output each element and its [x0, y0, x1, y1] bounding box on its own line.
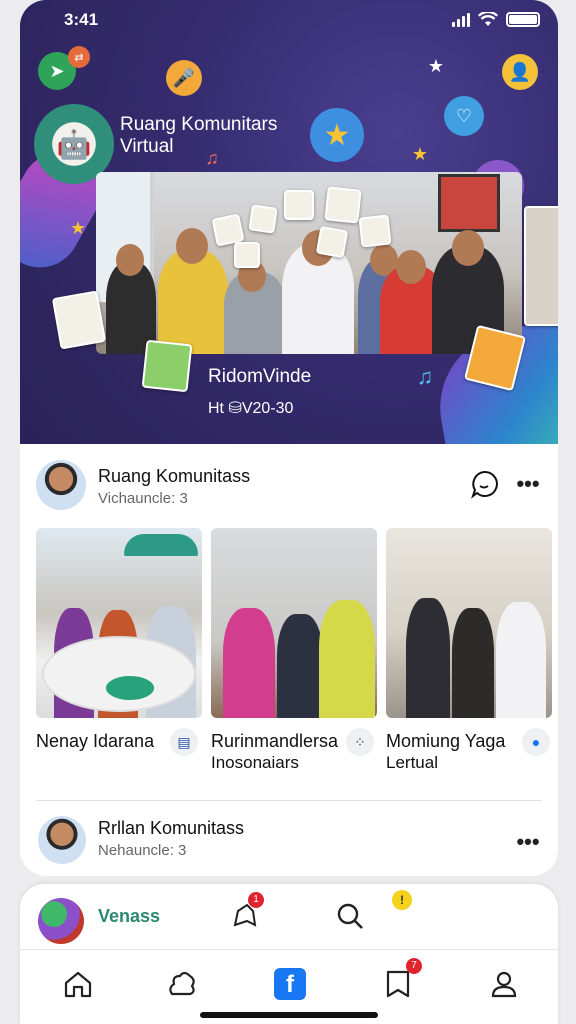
status-bar: 3:41: [20, 0, 558, 40]
phone-screen: 3:41 ➤ ⇄ 🎤 👤 ★ 🤖 ★ ♡ ★ ♫ 🦊 ★ ♫: [20, 0, 558, 1024]
bottom-nav: f 7: [20, 954, 558, 1014]
table: [42, 636, 196, 712]
home-indicator[interactable]: [200, 1012, 378, 1018]
post-card: Ruang Komunitass Vichauncle: 3 ••• Nenay…: [20, 444, 558, 876]
post-author[interactable]: Rrllan Komunitass: [98, 818, 244, 839]
microphone-icon[interactable]: 🎤: [166, 60, 202, 96]
photo-tile[interactable]: [211, 528, 377, 718]
battery-icon: [506, 12, 540, 27]
hero-meta: Ht ⛁V20-30: [208, 400, 294, 417]
dock-top-bar: Venass 1 !: [20, 884, 558, 950]
avatar[interactable]: [36, 460, 86, 510]
photo-sticker: [324, 186, 362, 224]
post-author[interactable]: Ruang Komunitass: [98, 466, 250, 487]
search-icon[interactable]: [332, 898, 368, 934]
tile-caption[interactable]: Rurinmandlersa Inosonaiars: [211, 730, 338, 774]
more-options-icon[interactable]: •••: [514, 826, 542, 858]
group-photo[interactable]: [96, 172, 522, 354]
tile-caption-line1: Rurinmandlersa: [211, 731, 339, 751]
person: [496, 602, 546, 718]
game-piece: [106, 676, 154, 700]
photo-sticker: [284, 190, 314, 220]
photo-sticker-left[interactable]: [51, 290, 107, 350]
photo-sticker: [358, 214, 392, 248]
hero-title: Ruang Komunitars Virtual: [120, 114, 277, 158]
dots-icon[interactable]: ⁘: [346, 728, 374, 756]
arrows-icon: ⇄: [68, 46, 90, 68]
tile-caption-line2: Lertual: [386, 753, 438, 772]
umbrella: [124, 534, 198, 556]
nav-groups-icon[interactable]: [162, 964, 202, 1004]
nav-notifications-icon[interactable]: 7: [378, 958, 422, 1004]
bottom-dock: Venass 1 ! f 7: [20, 884, 558, 1024]
hero-banner[interactable]: 3:41 ➤ ⇄ 🎤 👤 ★ 🤖 ★ ♡ ★ ♫ 🦊 ★ ♫: [20, 0, 558, 444]
person-head: [396, 250, 426, 284]
avatar[interactable]: [38, 816, 86, 864]
photo-tile[interactable]: [36, 528, 202, 718]
music-note-icon-2: ♫: [416, 364, 434, 389]
side-person-photo: [524, 206, 558, 326]
signal-icon: [452, 12, 470, 27]
chat-icon[interactable]: ●: [522, 728, 550, 756]
person: [223, 608, 275, 718]
tile-caption[interactable]: Momiung Yaga Lertual: [386, 730, 505, 774]
person-head: [116, 244, 144, 276]
person: [158, 250, 228, 354]
nav-facebook-icon[interactable]: f: [270, 964, 310, 1004]
profile-icon[interactable]: 👤: [502, 54, 538, 90]
tile-caption-line1: Momiung Yaga: [386, 731, 506, 751]
hero-title-line2: Virtual: [120, 136, 174, 157]
person: [406, 598, 450, 718]
photo-tile[interactable]: [386, 528, 552, 718]
tile-caption[interactable]: Nenay Idarana: [36, 730, 154, 752]
gold-star-icon[interactable]: ★: [310, 108, 364, 162]
photo-sticker-bottom[interactable]: [141, 339, 193, 393]
wifi-icon: [478, 12, 498, 26]
post-subtitle: Vichauncle: 3: [98, 490, 188, 507]
person: [319, 600, 375, 718]
photo-sticker: [248, 204, 278, 234]
photo-sticker: [315, 225, 349, 259]
wall-poster: [438, 174, 500, 232]
status-dot-icon: !: [392, 890, 412, 910]
notification-icon[interactable]: 1: [226, 892, 264, 934]
hero-subtitle: RidomVinde: [208, 366, 312, 387]
dock-label[interactable]: Venass: [98, 906, 160, 927]
star-icon: ★: [427, 55, 445, 76]
comment-icon[interactable]: [468, 468, 500, 500]
nav-badge: 7: [406, 958, 422, 974]
save-icon[interactable]: ▤: [170, 728, 198, 756]
more-options-icon[interactable]: •••: [514, 468, 542, 500]
nav-home-icon[interactable]: [58, 964, 98, 1004]
person: [452, 608, 494, 718]
post-header-2: Rrllan Komunitass Nehauncle: 3 •••: [36, 812, 542, 872]
left-star-icon: ★: [69, 217, 87, 238]
status-time: 3:41: [64, 10, 99, 29]
person-head: [176, 228, 208, 264]
nav-profile-icon[interactable]: [484, 964, 524, 1004]
person: [277, 614, 323, 718]
person-head: [452, 230, 484, 266]
small-star-icon: ★: [411, 143, 429, 164]
heart-icon[interactable]: ♡: [444, 96, 484, 136]
post-subtitle: Nehauncle: 3: [98, 842, 187, 859]
photo-tiles: [36, 528, 558, 718]
tile-caption-line2: Inosonaiars: [211, 753, 299, 772]
photo-sticker: [234, 242, 260, 268]
tile-caption-line1: Nenay Idarana: [36, 731, 155, 751]
app-avatar[interactable]: [38, 898, 84, 944]
divider: [36, 800, 542, 801]
hero-title-line1: Ruang Komunitars: [120, 114, 278, 135]
notification-badge: 1: [248, 892, 264, 908]
post-header: Ruang Komunitass Vichauncle: 3 •••: [36, 460, 542, 516]
